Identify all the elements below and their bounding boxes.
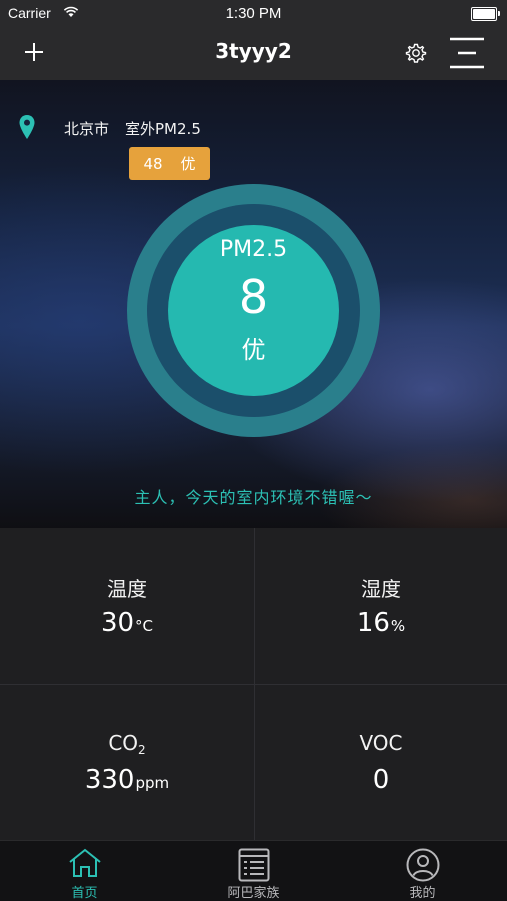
- outdoor-aqi-value: 48: [143, 154, 163, 173]
- voc-value: 0: [372, 765, 390, 795]
- co2-reading: 330ppm: [0, 765, 254, 795]
- indoor-pm-value: 8: [238, 270, 269, 324]
- tab-home[interactable]: 首页: [0, 841, 169, 901]
- environment-stats-grid: 温度 30°C 湿度 16% CO2 330ppm VOC 0: [0, 528, 507, 840]
- outdoor-aqi-badge: 48 优: [129, 147, 210, 180]
- navigation-bar: 3tyyy2: [0, 28, 507, 80]
- page-title: 3tyyy2: [215, 39, 292, 63]
- settings-gear-icon[interactable]: [404, 41, 428, 65]
- tab-me[interactable]: 我的: [338, 841, 507, 901]
- outdoor-aqi-level: 优: [180, 155, 196, 173]
- tab-home-label: 首页: [71, 886, 98, 901]
- city-label: 北京市: [64, 120, 110, 138]
- outdoor-pm-label: 室外PM2.5: [125, 120, 201, 138]
- menu-icon[interactable]: [448, 36, 486, 70]
- co2-label: CO2: [0, 731, 254, 757]
- air-quality-hero: 北京市 室外PM2.5 48 优 PM2.5 8 优 主人，今天的室内环境不错喔～: [0, 80, 507, 528]
- tab-family[interactable]: 阿巴家族: [169, 841, 338, 901]
- co2-unit: ppm: [135, 774, 170, 792]
- tab-family-label: 阿巴家族: [227, 886, 280, 901]
- temperature-reading: 30°C: [0, 608, 254, 638]
- list-icon: [238, 848, 269, 882]
- co2-label-subscript: 2: [138, 743, 146, 757]
- temperature-value: 30: [100, 608, 135, 638]
- tab-bar: 首页 阿巴家族 我的: [0, 840, 507, 901]
- user-icon: [406, 848, 439, 882]
- location-pin-icon: [19, 115, 35, 139]
- home-icon: [68, 848, 101, 877]
- battery-icon: [471, 7, 500, 21]
- co2-card[interactable]: CO2 330ppm: [0, 685, 255, 840]
- co2-label-main: CO: [108, 731, 139, 755]
- tab-me-label: 我的: [409, 886, 436, 901]
- temperature-label: 温度: [107, 577, 147, 601]
- humidity-reading: 16%: [255, 608, 507, 638]
- humidity-value: 16: [356, 608, 390, 638]
- indoor-pm-label: PM2.5: [219, 237, 288, 262]
- voc-card[interactable]: VOC 0: [255, 685, 507, 840]
- co2-value: 330: [84, 765, 135, 795]
- status-bar: Carrier 1:30 PM: [0, 0, 507, 28]
- temperature-unit: °C: [135, 617, 154, 635]
- indoor-pm-level: 优: [241, 336, 266, 364]
- status-time: 1:30 PM: [225, 5, 282, 22]
- humidity-label: 湿度: [361, 577, 401, 601]
- voc-label: VOC: [359, 731, 403, 755]
- status-message: 主人，今天的室内环境不错喔～: [134, 488, 373, 507]
- humidity-card[interactable]: 湿度 16%: [255, 528, 507, 685]
- location-line: 北京市 室外PM2.5: [64, 118, 201, 139]
- temperature-card[interactable]: 温度 30°C: [0, 528, 255, 685]
- humidity-unit: %: [390, 617, 406, 635]
